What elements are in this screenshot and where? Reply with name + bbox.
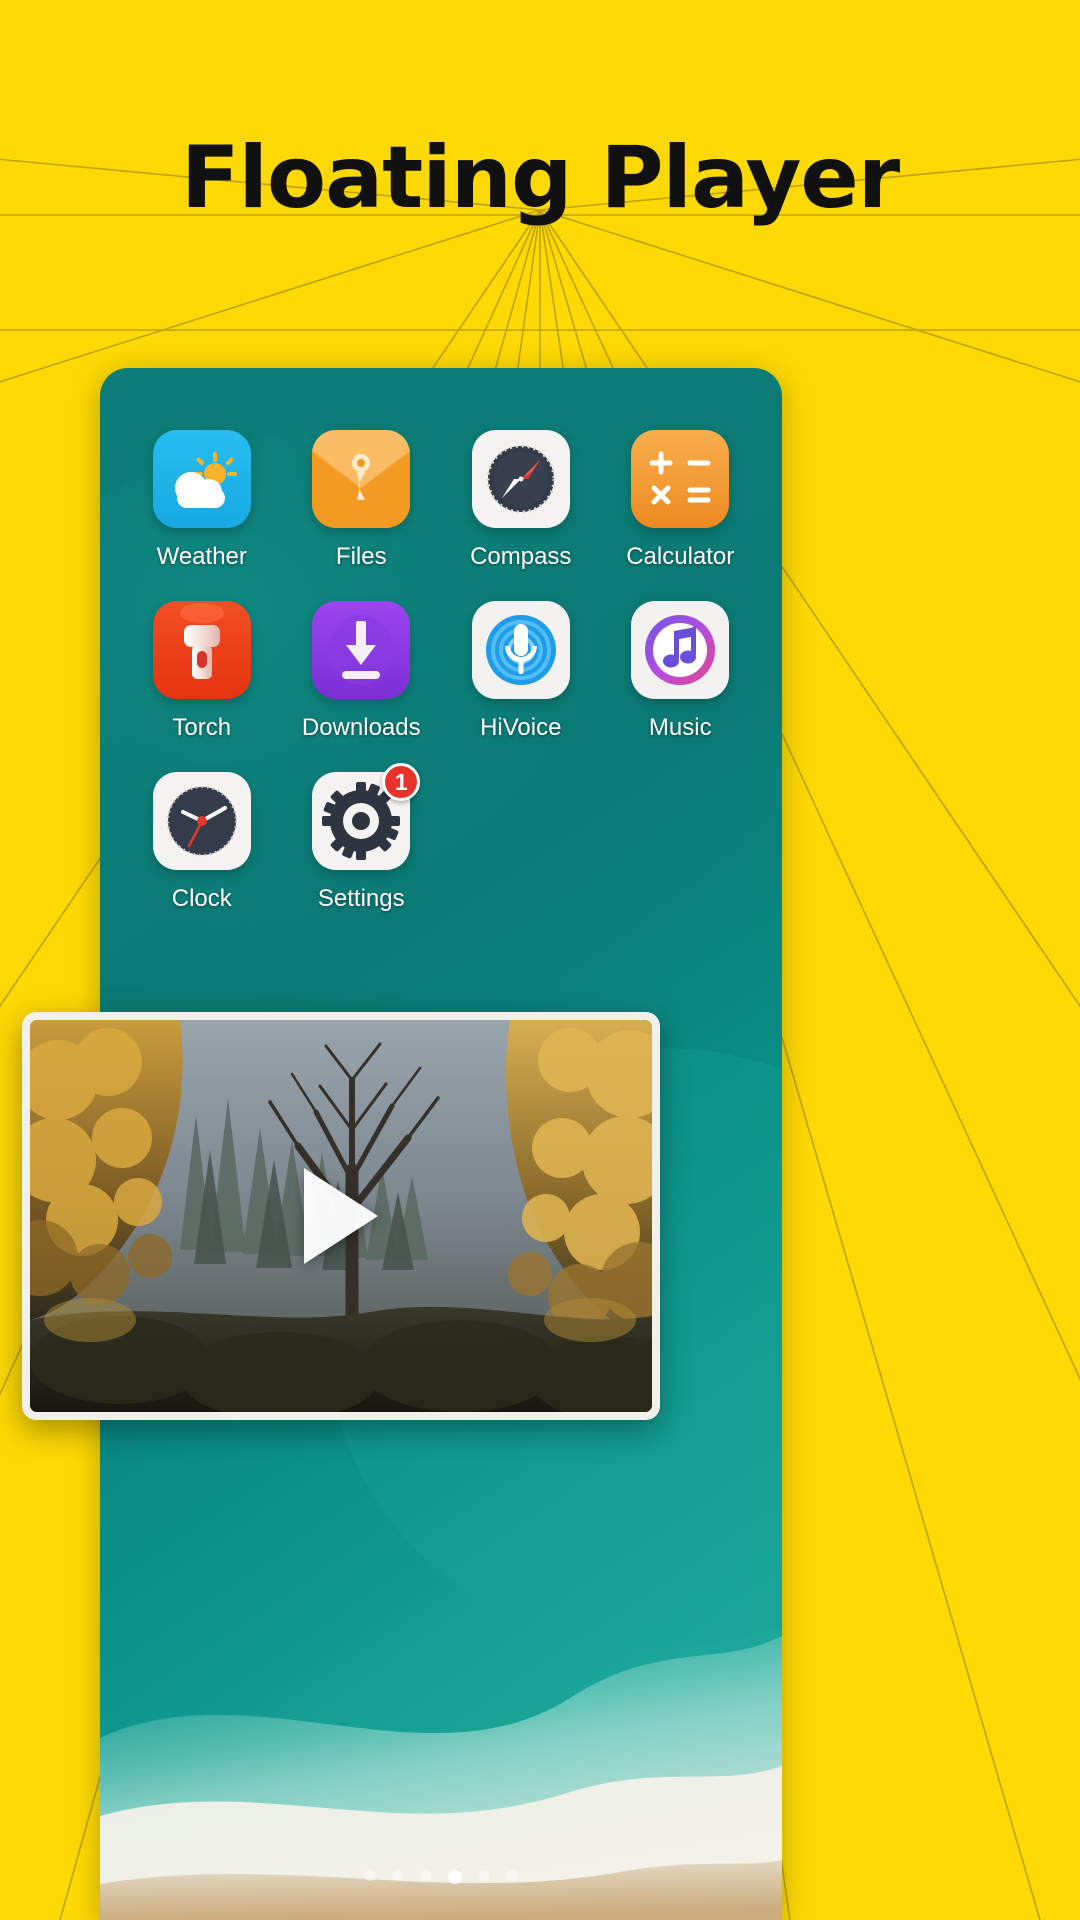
app-item-hivoice[interactable]: HiVoice [441, 601, 601, 742]
app-item-music[interactable]: Music [601, 601, 761, 742]
app-item-weather[interactable]: Weather [122, 430, 282, 571]
weather-icon-wrap[interactable] [152, 430, 251, 528]
app-label: Settings [317, 885, 405, 912]
page-dot[interactable] [420, 1870, 431, 1881]
app-label: Music [648, 714, 712, 741]
floating-video-player[interactable] [22, 1012, 660, 1420]
app-grid: Weather Files Compass Calculator Torch D… [100, 430, 782, 913]
files-icon[interactable] [312, 430, 411, 528]
app-label: Calculator [626, 543, 735, 570]
calculator-icon-wrap[interactable] [631, 430, 730, 528]
compass-icon-wrap[interactable] [471, 430, 570, 528]
weather-icon[interactable] [152, 430, 251, 528]
app-item-compass[interactable]: Compass [441, 430, 601, 571]
page-indicator-dots[interactable] [100, 1870, 782, 1884]
app-label: Files [335, 543, 387, 570]
app-label: Torch [172, 714, 232, 741]
settings-icon-wrap[interactable]: 1 [312, 763, 421, 870]
torch-icon-wrap[interactable] [152, 601, 251, 699]
files-icon-wrap[interactable] [312, 430, 411, 528]
calculator-icon[interactable] [631, 430, 730, 528]
hivoice-icon-wrap[interactable] [471, 601, 570, 699]
app-item-downloads[interactable]: Downloads [282, 601, 442, 742]
clock-icon-wrap[interactable] [152, 772, 251, 870]
app-label: Weather [156, 543, 247, 570]
app-item-calculator[interactable]: Calculator [601, 430, 761, 571]
torch-icon[interactable] [152, 601, 251, 699]
app-item-torch[interactable]: Torch [122, 601, 282, 742]
hivoice-icon[interactable] [471, 601, 570, 699]
page-title: Floating Player [180, 128, 900, 228]
music-icon[interactable] [631, 601, 730, 699]
page-dot-active[interactable] [448, 1870, 462, 1884]
downloads-icon-wrap[interactable] [312, 601, 411, 699]
downloads-icon[interactable] [312, 601, 411, 699]
page-dot[interactable] [364, 1870, 375, 1881]
compass-icon[interactable] [471, 430, 570, 528]
app-item-clock[interactable]: Clock [122, 772, 282, 913]
page-dot[interactable] [392, 1870, 403, 1881]
app-item-settings[interactable]: 1 Settings [282, 763, 442, 913]
app-label: HiVoice [480, 714, 562, 741]
page-dot[interactable] [507, 1870, 518, 1881]
app-label: Downloads [301, 714, 421, 741]
app-item-files[interactable]: Files [282, 430, 442, 571]
page-dot[interactable] [479, 1870, 490, 1881]
app-label: Compass [470, 543, 572, 570]
music-icon-wrap[interactable] [631, 601, 730, 699]
clock-icon[interactable] [152, 772, 251, 870]
video-surface[interactable] [30, 1020, 652, 1412]
play-triangle-icon[interactable] [304, 1168, 378, 1264]
status-badge: 1 [382, 763, 421, 801]
app-label: Clock [171, 885, 232, 912]
